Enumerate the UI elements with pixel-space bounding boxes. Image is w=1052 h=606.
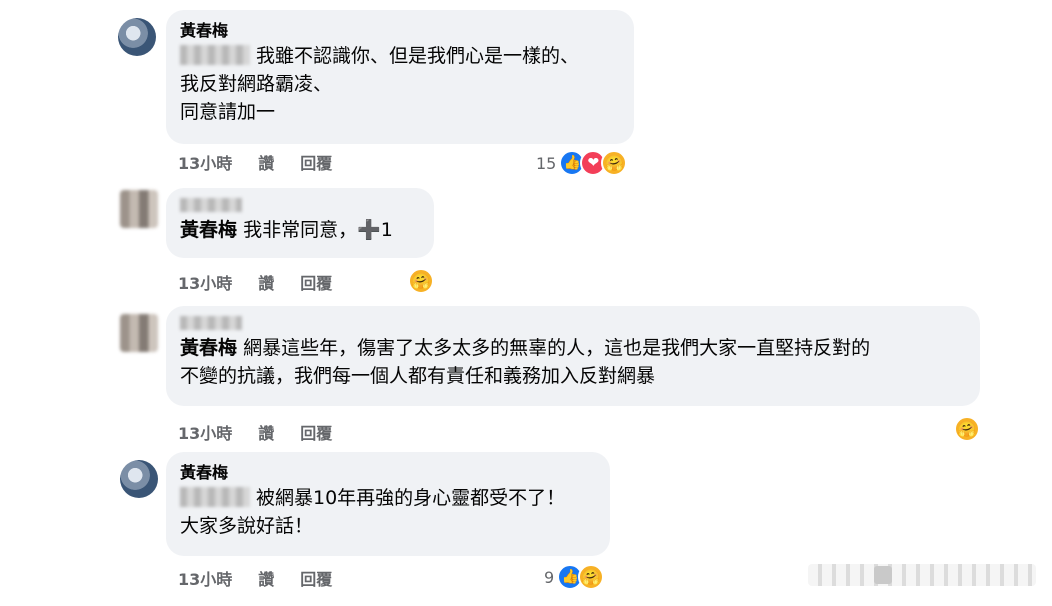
like-link[interactable]: 讚 <box>258 270 274 294</box>
commenter-name[interactable]: 黃春梅 <box>180 462 596 484</box>
avatar[interactable] <box>120 314 158 352</box>
comment-text: 黃春梅 網暴這些年，傷害了太多太多的無辜的人，這也是我們大家一直堅持反對的 <box>180 334 966 362</box>
scrollbar-thumb[interactable] <box>874 566 892 584</box>
like-link[interactable]: 讚 <box>258 566 274 590</box>
timestamp[interactable]: 13小時 <box>178 420 232 444</box>
comment-line: 我反對網路霸凌、 <box>180 73 333 95</box>
timestamp[interactable]: 13小時 <box>178 566 232 590</box>
tagged-name[interactable]: 黃春梅 <box>180 219 237 241</box>
reply-link[interactable]: 回覆 <box>300 420 332 444</box>
avatar[interactable] <box>120 190 158 228</box>
like-link[interactable]: 讚 <box>258 420 274 444</box>
plus-icon: ➕ <box>357 219 381 241</box>
reply-link[interactable]: 回覆 <box>300 270 332 294</box>
like-link[interactable]: 讚 <box>258 150 274 174</box>
comment-bubble: 黃春梅 我非常同意，➕1 <box>166 188 434 258</box>
reaction-summary[interactable]: 🤗 <box>954 416 980 442</box>
avatar[interactable] <box>120 460 158 498</box>
comment-line: 我雖不認識你、但是我們心是一樣的、 <box>256 45 580 67</box>
reply-link[interactable]: 回覆 <box>300 566 332 590</box>
commenter-name[interactable]: 黃春梅 <box>180 20 620 42</box>
care-reaction-icon: 🤗 <box>601 150 628 176</box>
comment-bubble: 黃春梅 被網暴10年再強的身心靈都受不了！ 大家多說好話！ <box>166 452 610 556</box>
comment-bubble: 黃春梅 我雖不認識你、但是我們心是一樣的、 我反對網路霸凌、 同意請加一 <box>166 10 634 144</box>
timestamp[interactable]: 13小時 <box>178 150 232 174</box>
comment-meta: 13小時 讚 回覆 <box>178 566 332 590</box>
reaction-summary[interactable]: 🤗 <box>408 268 434 294</box>
horizontal-scrollbar[interactable] <box>808 564 1036 586</box>
comment-text: 黃春梅 我非常同意，➕1 <box>180 216 420 244</box>
comment-bubble: 黃春梅 網暴這些年，傷害了太多太多的無辜的人，這也是我們大家一直堅持反對的 不變… <box>166 306 980 406</box>
reaction-summary[interactable]: 9 👍 🤗 <box>544 564 605 590</box>
redacted-mention <box>180 487 250 507</box>
comment-suffix: 1 <box>380 219 393 241</box>
redacted-name <box>180 198 242 212</box>
comment-text: 被網暴10年再強的身心靈都受不了！ <box>180 484 596 512</box>
reaction-count: 15 <box>536 153 557 173</box>
tagged-name[interactable]: 黃春梅 <box>180 337 237 359</box>
comment-meta: 13小時 讚 回覆 <box>178 150 332 174</box>
avatar[interactable] <box>118 18 156 56</box>
comment-line: 我非常同意， <box>243 219 358 241</box>
comment-line: 大家多說好話！ <box>180 515 314 537</box>
care-reaction-icon: 🤗 <box>954 416 980 442</box>
comment-line: 被網暴10年再強的身心靈都受不了！ <box>256 487 566 509</box>
comment-meta: 13小時 讚 回覆 <box>178 420 332 444</box>
reaction-summary[interactable]: 15 👍 ❤ 🤗 <box>536 150 628 176</box>
comment-line: 不變的抗議，我們每一個人都有責任和義務加入反對網暴 <box>180 365 656 387</box>
care-reaction-icon: 🤗 <box>408 268 434 294</box>
redacted-name <box>180 316 242 330</box>
reaction-count: 9 <box>544 567 555 587</box>
redacted-mention <box>180 45 250 65</box>
comment-line: 網暴這些年，傷害了太多太多的無辜的人，這也是我們大家一直堅持反對的 <box>243 337 871 359</box>
comment-meta: 13小時 讚 回覆 <box>178 270 332 294</box>
comment-text: 我雖不認識你、但是我們心是一樣的、 <box>180 42 620 70</box>
timestamp[interactable]: 13小時 <box>178 270 232 294</box>
comment-line: 同意請加一 <box>180 101 276 123</box>
care-reaction-icon: 🤗 <box>578 564 605 590</box>
reply-link[interactable]: 回覆 <box>300 150 332 174</box>
